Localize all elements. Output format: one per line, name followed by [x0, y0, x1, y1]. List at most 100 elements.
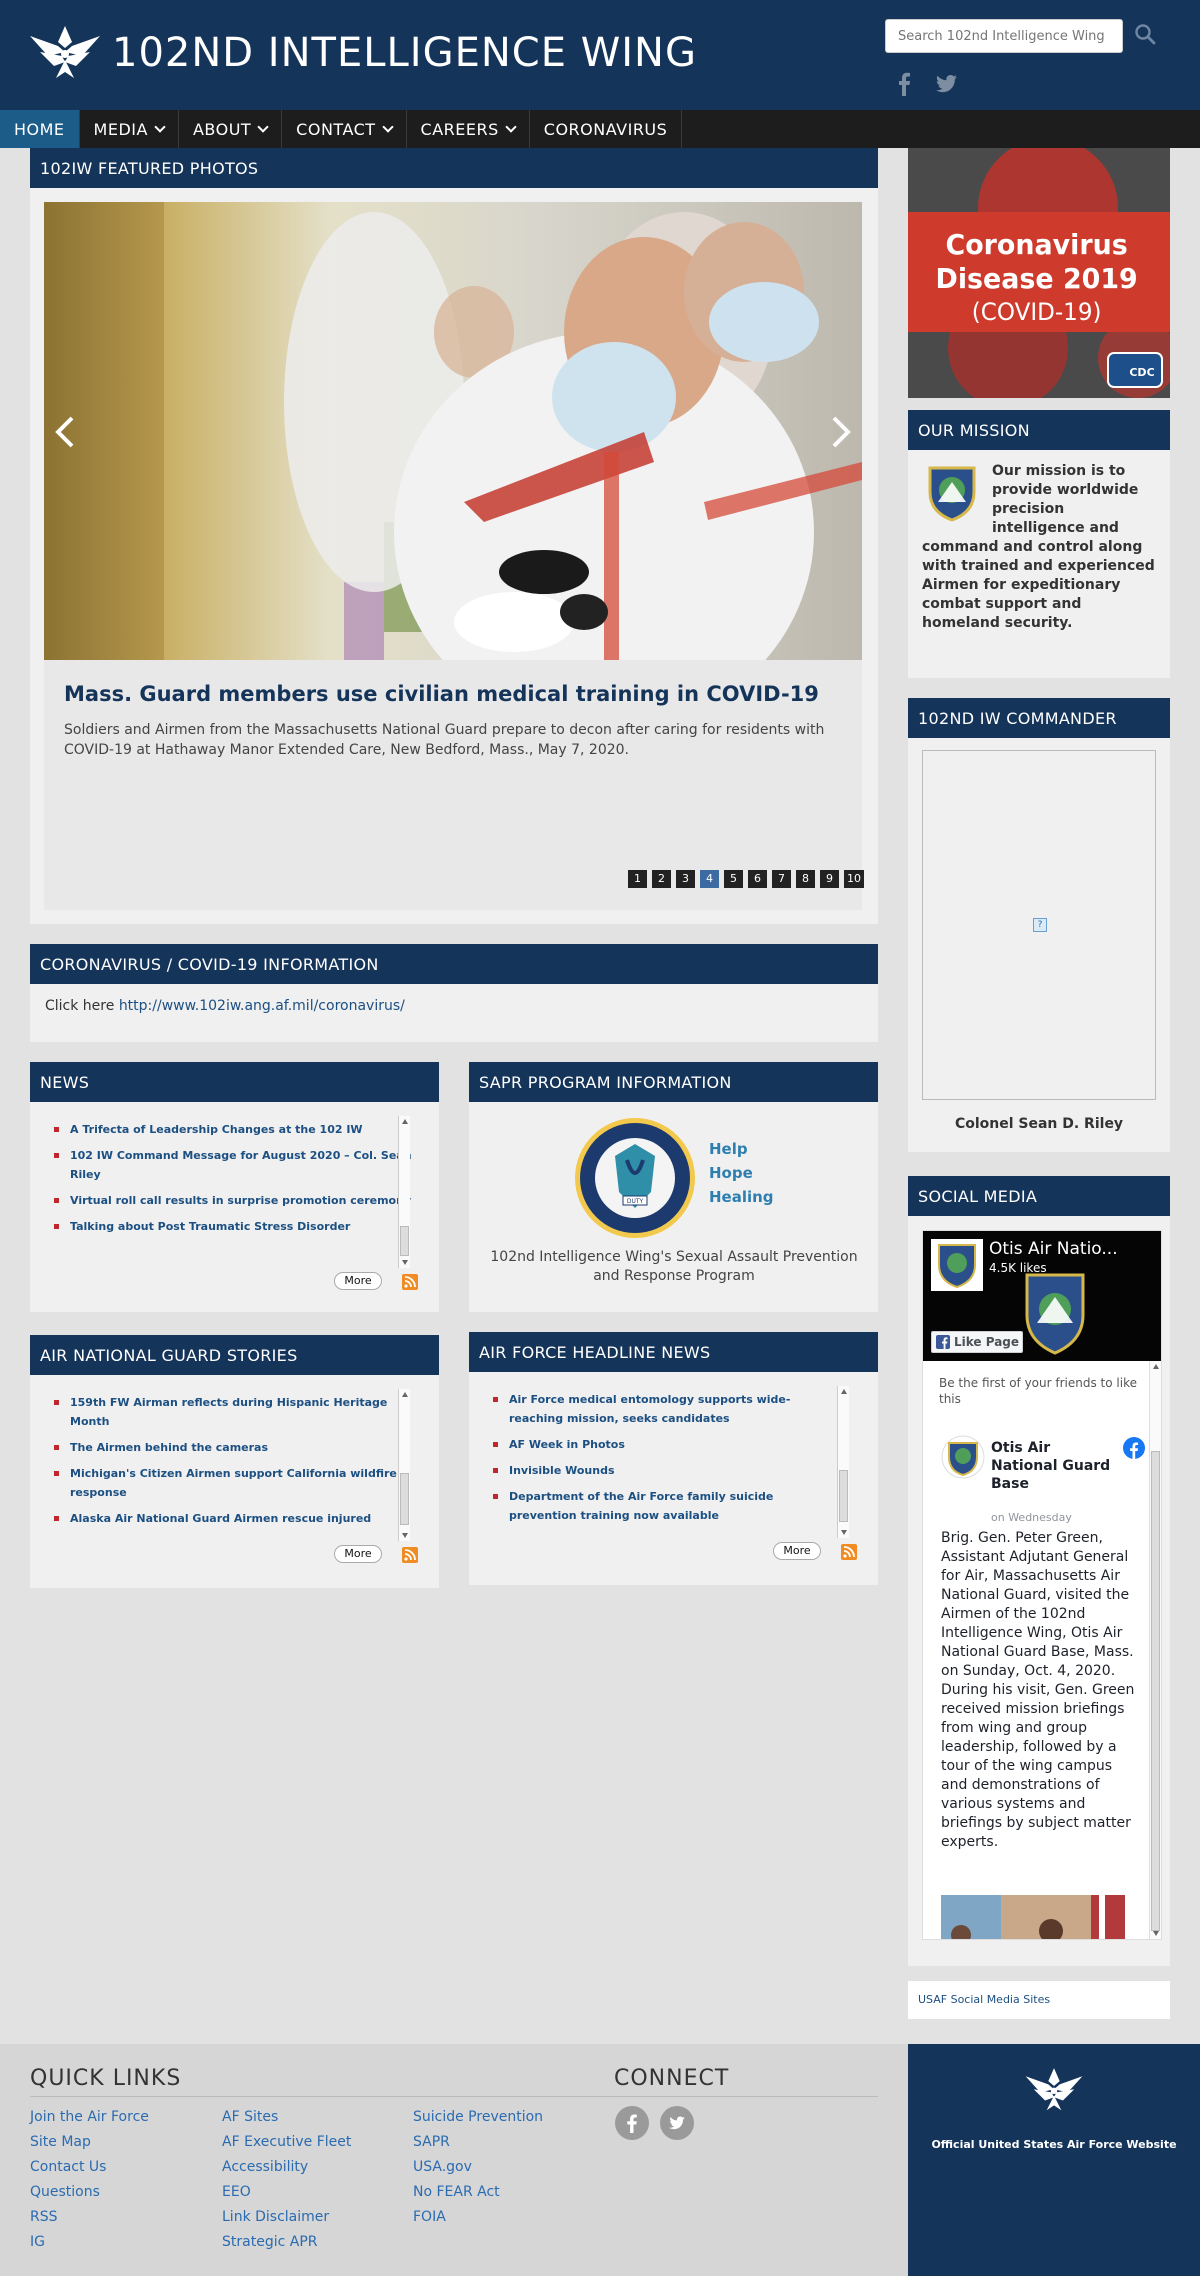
af-headlines-feed: Air Force medical entomology supports wi… [491, 1390, 821, 1532]
af-rss-icon[interactable] [841, 1544, 857, 1560]
quick-link[interactable]: SAPR [413, 2130, 543, 2155]
scroll-down-icon[interactable] [1153, 1931, 1159, 1936]
air-force-symbol-icon[interactable] [28, 22, 102, 84]
fb-post-author[interactable]: Otis Air National Guard Base [991, 1439, 1111, 1493]
fb-post-image[interactable] [941, 1895, 1125, 1940]
feed-item[interactable]: Michigan's Citizen Airmen support Califo… [52, 1464, 412, 1502]
scroll-up-icon[interactable] [402, 1119, 408, 1124]
af-official-site-box[interactable]: Official United States Air Force Website [908, 2044, 1200, 2276]
site-title[interactable]: 102ND INTELLIGENCE WING [112, 30, 697, 76]
feed-item[interactable]: Virtual roll call results in surprise pr… [52, 1191, 412, 1210]
commander-name[interactable]: Colonel Sean D. Riley [908, 1116, 1170, 1132]
facebook-logo-icon[interactable] [1123, 1437, 1145, 1459]
carousel-prev-arrow-icon[interactable] [52, 412, 78, 452]
feed-item[interactable]: Invisible Wounds [491, 1461, 821, 1480]
covid-19-banner[interactable]: Coronavirus Disease 2019 (COVID-19) CDC [908, 148, 1170, 398]
fb-page-name[interactable]: Otis Air Natio... [989, 1239, 1118, 1259]
carousel-page-2[interactable]: 2 [652, 870, 671, 888]
feed-item[interactable]: Alaska Air National Guard Airmen rescue … [52, 1509, 412, 1528]
quick-link[interactable]: AF Sites [222, 2105, 351, 2130]
feed-item[interactable]: Department of the Air Force family suici… [491, 1487, 821, 1525]
quick-link[interactable]: Questions [30, 2180, 149, 2205]
news-scrollbar[interactable] [398, 1116, 410, 1268]
sapr-heading: SAPR PROGRAM INFORMATION [469, 1062, 878, 1102]
ang-more-button[interactable]: More [334, 1545, 382, 1563]
fb-like-page-button[interactable]: Like Page [931, 1331, 1023, 1353]
usaf-social-media-link[interactable]: USAF Social Media Sites [918, 1993, 1050, 2006]
quick-link[interactable]: AF Executive Fleet [222, 2130, 351, 2155]
search-icon[interactable] [1134, 23, 1156, 45]
fb-scrollbar[interactable] [1149, 1361, 1161, 1939]
nav-item-contact[interactable]: CONTACT [282, 110, 407, 148]
fb-cover-image[interactable]: Otis Air Natio... 4.5K likes Like Page [923, 1231, 1161, 1361]
scroll-down-icon[interactable] [841, 1530, 847, 1535]
scroll-up-icon[interactable] [841, 1389, 847, 1394]
facebook-icon[interactable] [895, 72, 913, 96]
carousel-page-1[interactable]: 1 [628, 870, 647, 888]
nav-item-coronavirus[interactable]: CORONAVIRUS [530, 110, 683, 148]
scroll-up-icon[interactable] [1153, 1364, 1159, 1369]
nav-item-media[interactable]: MEDIA [80, 110, 179, 148]
feed-item[interactable]: Talking about Post Traumatic Stress Diso… [52, 1217, 412, 1236]
quick-link[interactable]: RSS [30, 2205, 149, 2230]
feed-item[interactable]: 102 IW Command Message for August 2020 –… [52, 1146, 412, 1184]
feed-item[interactable]: AF Week in Photos [491, 1435, 821, 1454]
quick-link[interactable]: Link Disclaimer [222, 2205, 351, 2230]
carousel-page-10[interactable]: 10 [844, 870, 864, 888]
fb-page-avatar[interactable] [931, 1239, 983, 1291]
quick-link[interactable]: No FEAR Act [413, 2180, 543, 2205]
carousel-page-6[interactable]: 6 [748, 870, 767, 888]
scroll-thumb[interactable] [400, 1226, 409, 1256]
af-more-button[interactable]: More [773, 1542, 821, 1560]
sapr-seal-image[interactable]: DUTY Help Hope Healing [573, 1116, 773, 1240]
scroll-up-icon[interactable] [402, 1392, 408, 1397]
news-rss-icon[interactable] [402, 1274, 418, 1290]
footer-facebook-icon[interactable] [615, 2106, 649, 2140]
quick-link[interactable]: Contact Us [30, 2155, 149, 2180]
af-official-site-text[interactable]: Official United States Air Force Website [908, 2138, 1200, 2151]
search-input[interactable] [885, 19, 1123, 53]
carousel-page-4[interactable]: 4 [700, 870, 719, 888]
quick-link[interactable]: Join the Air Force [30, 2105, 149, 2130]
fb-like-page-label: Like Page [954, 1335, 1020, 1349]
nav-item-home[interactable]: HOME [0, 110, 80, 148]
carousel-next-arrow-icon[interactable] [828, 412, 854, 452]
carousel-page-3[interactable]: 3 [676, 870, 695, 888]
nav-item-careers[interactable]: CAREERS [407, 110, 530, 148]
feed-item[interactable]: The Airmen behind the cameras [52, 1438, 412, 1457]
quick-link[interactable]: Accessibility [222, 2155, 351, 2180]
nav-item-about[interactable]: ABOUT [179, 110, 283, 148]
quick-link[interactable]: Suicide Prevention [413, 2105, 543, 2130]
ang-rss-icon[interactable] [402, 1547, 418, 1563]
scroll-thumb[interactable] [1151, 1451, 1160, 1931]
carousel-page-8[interactable]: 8 [796, 870, 815, 888]
commander-photo[interactable]: ? [922, 750, 1156, 1100]
quick-link[interactable]: USA.gov [413, 2155, 543, 2180]
feed-item[interactable]: Air Force medical entomology supports wi… [491, 1390, 821, 1428]
scroll-thumb[interactable] [839, 1470, 848, 1522]
footer-twitter-icon[interactable] [660, 2106, 694, 2140]
quick-link[interactable]: EEO [222, 2180, 351, 2205]
scroll-thumb[interactable] [400, 1473, 409, 1525]
covid-info-link[interactable]: http://www.102iw.ang.af.mil/coronavirus/ [119, 998, 405, 1014]
quick-link[interactable]: Site Map [30, 2130, 149, 2155]
carousel-page-7[interactable]: 7 [772, 870, 791, 888]
scroll-down-icon[interactable] [402, 1260, 408, 1265]
twitter-icon[interactable] [936, 74, 958, 94]
quick-link[interactable]: FOIA [413, 2205, 543, 2230]
fb-post-date[interactable]: on Wednesday [991, 1511, 1072, 1524]
af-scrollbar[interactable] [837, 1386, 849, 1538]
scroll-down-icon[interactable] [402, 1533, 408, 1538]
quick-link[interactable]: Strategic APR [222, 2230, 351, 2255]
facebook-page-widget[interactable]: Otis Air Natio... 4.5K likes Like Page B… [922, 1230, 1162, 1940]
slide-title[interactable]: Mass. Guard members use civilian medical… [64, 682, 819, 706]
news-more-button[interactable]: More [334, 1272, 382, 1290]
featured-photo[interactable] [44, 202, 862, 660]
feed-item[interactable]: A Trifecta of Leadership Changes at the … [52, 1120, 412, 1139]
quick-link[interactable]: IG [30, 2230, 149, 2255]
feed-item[interactable]: 159th FW Airman reflects during Hispanic… [52, 1393, 412, 1431]
carousel-page-5[interactable]: 5 [724, 870, 743, 888]
ang-scrollbar[interactable] [398, 1389, 410, 1541]
fb-post-avatar[interactable] [941, 1435, 985, 1479]
carousel-page-9[interactable]: 9 [820, 870, 839, 888]
